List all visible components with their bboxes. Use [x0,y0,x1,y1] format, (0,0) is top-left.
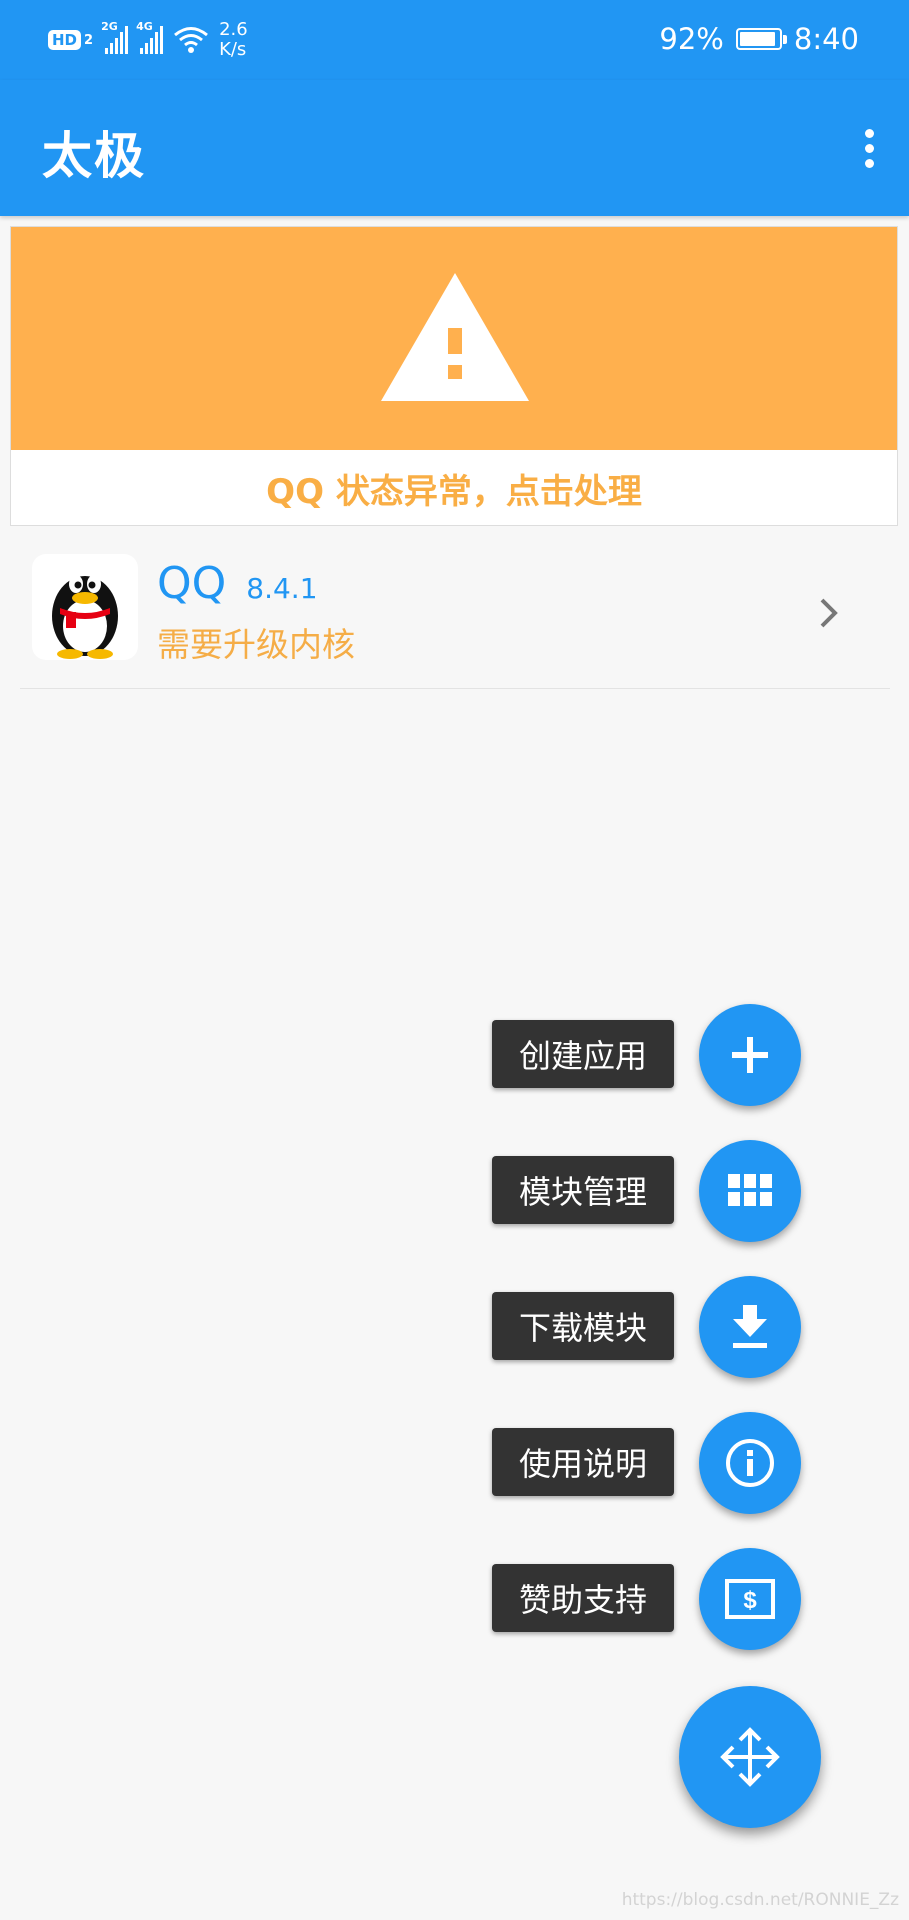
hd-label: HD [48,30,82,50]
battery-icon [735,28,787,50]
app-status: 需要升级内核 [157,625,355,664]
app-list-item[interactable]: QQ 8.4.1 需要升级内核 [20,548,890,689]
status-bar: HD 2 2G 4G 2.6 K/s 92% 8:40 [0,0,909,80]
watermark: https://blog.csdn.net/RONNIE_Zz [621,1890,899,1910]
speed-unit: K/s [219,39,247,60]
fab-label[interactable]: 使用说明 [492,1428,674,1496]
hd-indicator: HD 2 [48,30,93,50]
app-bar: 太极 [0,80,909,216]
warning-banner [11,227,897,450]
app-version: 8.4.1 [246,572,318,605]
net1-label: 2G [101,20,118,33]
battery-percent: 92% [659,22,724,56]
status-left: HD 2 2G 4G 2.6 K/s [48,18,248,62]
status-right: 92% 8:40 [659,22,859,56]
signal-icon: 2G [101,20,129,54]
clock: 8:40 [793,22,859,56]
warning-message: QQ 状态异常，点击处理 [266,471,642,512]
fab-item-sponsor[interactable]: 赞助支持 $ [492,1546,802,1650]
fab-item-create-app[interactable]: 创建应用 [492,1002,802,1106]
fab-label[interactable]: 创建应用 [492,1020,674,1088]
net2-label: 4G [136,20,153,33]
app-name: QQ [157,558,227,609]
net-speed: 2.6 K/s [219,20,248,60]
fab-label[interactable]: 模块管理 [492,1156,674,1224]
fab-sponsor-button[interactable]: $ [699,1548,801,1650]
app-title-line: QQ 8.4.1 [157,558,318,609]
fab-instructions-button[interactable] [699,1412,801,1514]
signal-icon-2: 4G [136,20,164,54]
fab-download-module-button[interactable] [699,1276,801,1378]
hd-sub: 2 [84,32,94,48]
fab-item-download-module[interactable]: 下载模块 [492,1274,802,1378]
warning-icon [381,273,529,401]
speed-value: 2.6 [219,19,248,40]
fab-create-app-button[interactable] [699,1004,801,1106]
fab-label[interactable]: 下载模块 [492,1292,674,1360]
fab-main-button[interactable] [679,1686,821,1828]
app-title: 太极 [42,127,146,185]
money-icon: $ [725,1579,775,1619]
svg-text:$: $ [743,1587,757,1614]
download-icon [733,1305,767,1348]
info-icon [726,1439,774,1487]
fab-item-instructions[interactable]: 使用说明 [492,1410,802,1514]
plus-icon [732,1037,768,1073]
qq-penguin-icon [32,554,138,660]
more-vert-icon[interactable] [829,108,909,188]
fab-item-module-manage[interactable]: 模块管理 [492,1138,802,1242]
grid-icon [728,1174,772,1206]
fab-module-manage-button[interactable] [699,1140,801,1242]
wifi-icon [174,27,209,53]
battery-fill [739,32,775,46]
move-arrows-icon [720,1727,780,1787]
fab-label[interactable]: 赞助支持 [492,1564,674,1632]
warning-card[interactable]: QQ 状态异常，点击处理 [10,226,898,526]
chevron-right-icon [820,598,838,628]
